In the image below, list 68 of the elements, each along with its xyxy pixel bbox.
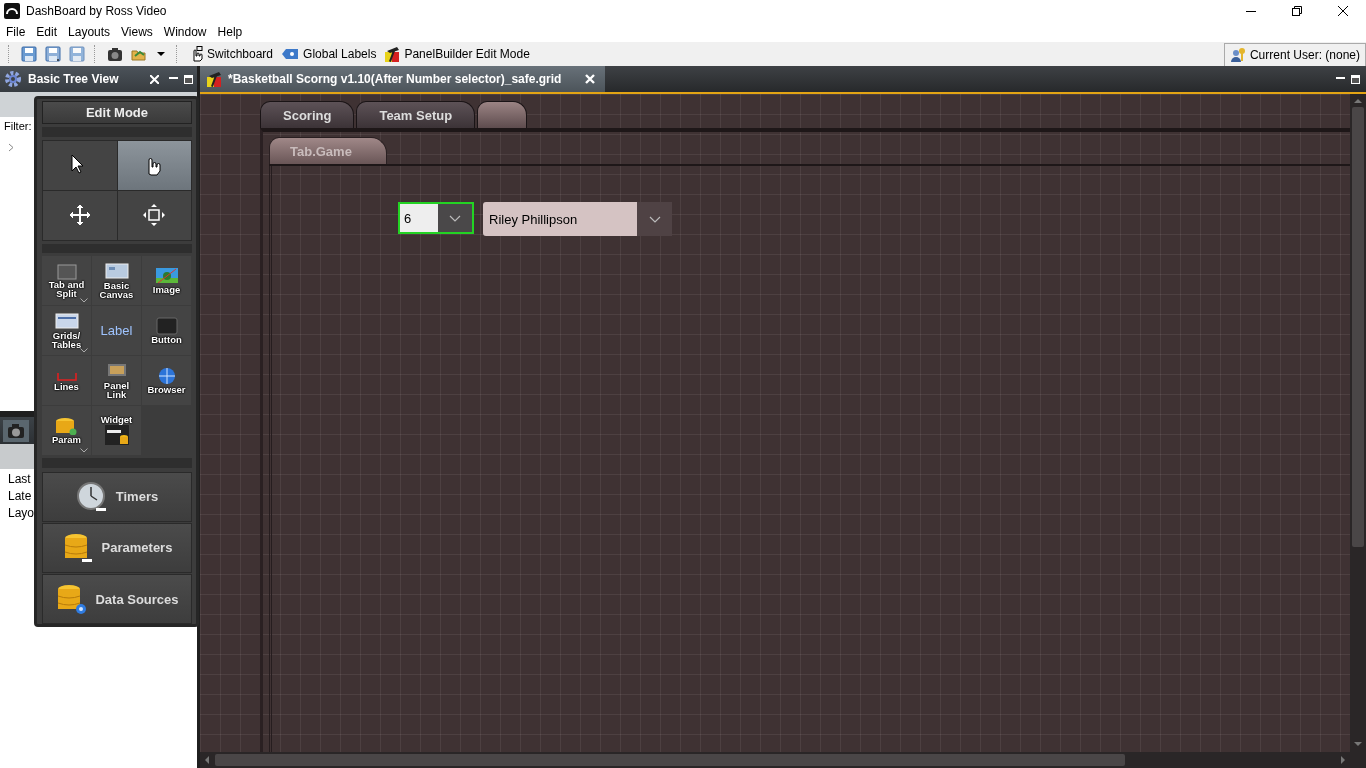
tab[interactable]: Team Setup: [356, 101, 476, 128]
clock-icon: [75, 480, 108, 513]
component-button[interactable]: Image: [142, 256, 191, 306]
resize-icon: [143, 204, 166, 227]
component-button[interactable]: Browser: [142, 356, 191, 406]
menu-item[interactable]: File: [2, 25, 30, 39]
palette-title: Edit Mode: [42, 101, 192, 125]
panel-text: Last: [8, 472, 31, 486]
chevron-right-icon[interactable]: [8, 143, 14, 152]
menu-item[interactable]: Views: [117, 25, 157, 39]
save-icon: [21, 46, 37, 62]
component-button[interactable]: Widget: [92, 406, 141, 456]
panel-header: Basic Tree View: [0, 66, 197, 92]
camera-icon: [107, 46, 123, 62]
grid-icon: [52, 312, 81, 331]
component-button[interactable]: Param: [42, 406, 91, 456]
component-button[interactable]: Tab and Split: [42, 256, 91, 306]
toolbar-button[interactable]: Global Labels: [278, 45, 380, 63]
palette-button[interactable]: Data Sources: [42, 574, 192, 625]
chevron-down-icon: [449, 214, 461, 222]
number-dropdown[interactable]: 6: [398, 202, 474, 234]
component-button[interactable]: Lines: [42, 356, 91, 406]
save-copies-icon: [69, 46, 85, 62]
tab[interactable]: Scoring: [260, 101, 355, 128]
close-icon[interactable]: [585, 74, 596, 84]
save-button[interactable]: [18, 44, 40, 64]
tab[interactable]: [477, 101, 528, 128]
lines-icon: [55, 370, 78, 382]
restore-icon: [1292, 6, 1302, 16]
hammer-icon: [206, 71, 222, 87]
component-button[interactable]: Button: [142, 306, 191, 356]
hand-tool-button[interactable]: [117, 140, 191, 190]
panel-text: Late: [8, 489, 32, 503]
close-icon: [150, 74, 159, 84]
toolbar-button[interactable]: Switchboard: [186, 44, 277, 64]
database-icon: [55, 583, 88, 615]
save-all-button[interactable]: [42, 44, 64, 64]
chevron-down-icon: [648, 215, 661, 223]
document-tab[interactable]: *Basketball Scorng v1.10(After Number selector)_safe.grid: [200, 66, 606, 92]
window-title: DashBoard by Ross Video: [26, 4, 167, 18]
gear-icon: [4, 70, 22, 88]
toolbar-button[interactable]: PanelBuilder Edit Mode: [381, 44, 533, 64]
app-logo-icon: [4, 3, 20, 19]
panel-text: Layo: [8, 506, 35, 520]
maximize-icon[interactable]: [184, 74, 193, 84]
menu-item[interactable]: Window: [159, 25, 211, 39]
menu-item[interactable]: Layouts: [64, 25, 115, 39]
camera-icon[interactable]: [7, 422, 25, 439]
widget-icon: [102, 424, 131, 447]
menu-item[interactable]: Help: [213, 25, 247, 39]
resize-tool-button[interactable]: [117, 190, 191, 240]
user-key-icon: [1229, 47, 1246, 63]
component-button[interactable]: Panel Link: [92, 356, 141, 406]
palette-button[interactable]: Parameters: [42, 522, 192, 573]
move-tool-button[interactable]: [43, 190, 117, 240]
palette-button[interactable]: Timers: [42, 471, 192, 522]
component-button[interactable]: Grids/ Tables: [42, 306, 91, 356]
hammer-icon: [384, 46, 401, 62]
move-icon: [68, 204, 91, 227]
menu-item[interactable]: Edit: [32, 25, 62, 39]
canvas-icon: [102, 262, 131, 281]
maximize-icon[interactable]: [1351, 74, 1360, 84]
filter-label: Filter:: [4, 120, 32, 132]
close-icon: [1338, 6, 1348, 16]
tag-icon: [281, 48, 300, 60]
component-button[interactable]: Label: [92, 306, 141, 356]
save-all-icon: [45, 46, 61, 62]
component-button[interactable]: Basic Canvas: [92, 256, 141, 306]
